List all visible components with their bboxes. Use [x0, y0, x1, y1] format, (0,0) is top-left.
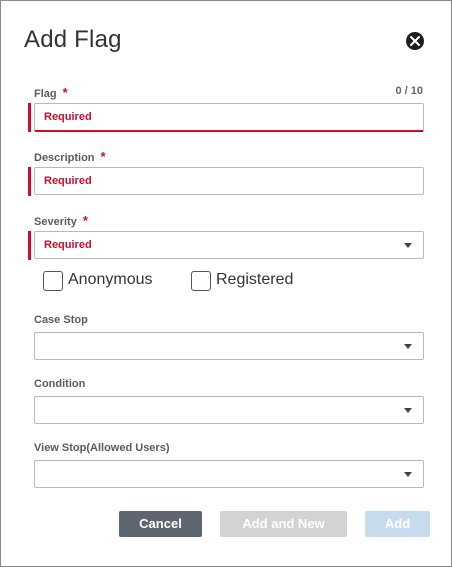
description-input[interactable]: Required — [34, 167, 424, 195]
anonymous-checkbox-label: Anonymous — [68, 271, 153, 288]
add-flag-dialog: Add Flag Flag * 0 / 10 Required Descripti… — [0, 0, 452, 567]
chevron-down-icon — [404, 472, 412, 477]
flag-placeholder: Required — [44, 111, 92, 123]
case-stop-select[interactable] — [34, 332, 424, 360]
flag-label-text: Flag — [34, 88, 57, 100]
flag-label: Flag * — [34, 85, 68, 100]
description-error-indicator — [28, 167, 31, 196]
registered-checkbox-box[interactable] — [191, 271, 211, 291]
description-label-text: Description — [34, 152, 95, 164]
required-asterisk: * — [82, 213, 88, 228]
flag-char-counter: 0 / 10 — [395, 85, 423, 97]
severity-placeholder: Required — [44, 239, 92, 251]
required-asterisk: * — [100, 149, 106, 164]
add-and-new-button[interactable]: Add and New — [220, 511, 347, 537]
severity-label: Severity * — [34, 213, 88, 228]
view-stop-select[interactable] — [34, 460, 424, 488]
case-stop-label: Case Stop — [34, 314, 88, 326]
chevron-down-icon — [404, 344, 412, 349]
flag-error-indicator — [28, 103, 31, 132]
registered-checkbox[interactable]: Registered — [191, 271, 321, 293]
close-icon[interactable] — [406, 32, 424, 50]
condition-label: Condition — [34, 378, 86, 390]
description-label: Description * — [34, 149, 106, 164]
chevron-down-icon — [404, 243, 412, 248]
condition-select[interactable] — [34, 396, 424, 424]
registered-checkbox-label: Registered — [216, 271, 294, 288]
cancel-button[interactable]: Cancel — [119, 511, 202, 537]
flag-input[interactable]: Required — [34, 103, 424, 132]
description-placeholder: Required — [44, 175, 92, 187]
view-stop-label: View Stop(Allowed Users) — [34, 442, 170, 454]
severity-label-text: Severity — [34, 216, 77, 228]
severity-select[interactable]: Required — [34, 231, 424, 259]
anonymous-checkbox[interactable]: Anonymous — [43, 271, 173, 293]
severity-error-indicator — [28, 231, 31, 260]
required-asterisk: * — [62, 85, 68, 100]
dialog-title: Add Flag — [24, 26, 122, 53]
close-x-glyph — [410, 36, 420, 46]
add-button[interactable]: Add — [365, 511, 430, 537]
anonymous-checkbox-box[interactable] — [43, 271, 63, 291]
chevron-down-icon — [404, 408, 412, 413]
